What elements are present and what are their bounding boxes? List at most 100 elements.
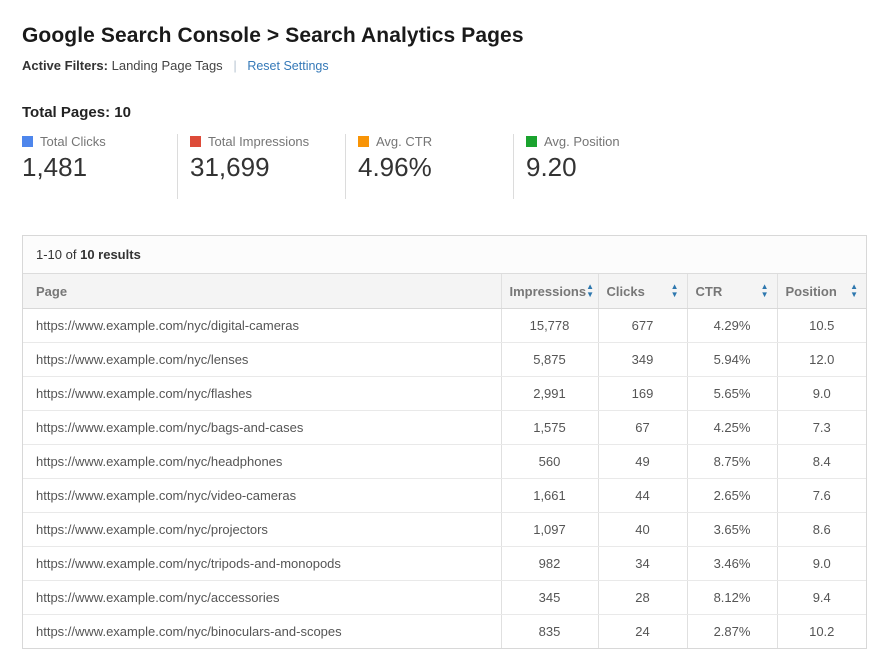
results-table-panel: 1-10 of 10 results Page Impressions ▲▼ xyxy=(22,235,867,649)
position-cell: 9.0 xyxy=(777,547,866,581)
clicks-color-swatch-icon xyxy=(22,136,33,147)
table-header-row: Page Impressions ▲▼ Clicks ▲▼ xyxy=(23,274,866,309)
position-cell: 12.0 xyxy=(777,343,866,377)
ctr-cell: 4.25% xyxy=(687,411,777,445)
column-header-ctr[interactable]: CTR ▲▼ xyxy=(687,274,777,309)
column-header-label: Page xyxy=(36,284,67,299)
impressions-cell: 1,575 xyxy=(501,411,598,445)
impressions-cell: 5,875 xyxy=(501,343,598,377)
column-header-label: Clicks xyxy=(607,284,645,299)
page: Google Search Console > Search Analytics… xyxy=(0,0,889,649)
sort-desc-icon[interactable]: ▼ xyxy=(671,291,679,299)
results-count-bold: 10 results xyxy=(80,247,141,262)
table-row[interactable]: https://www.example.com/nyc/headphones 5… xyxy=(23,445,866,479)
ctr-cell: 8.12% xyxy=(687,581,777,615)
metric-total-impressions: Total Impressions 31,699 xyxy=(178,134,346,199)
metric-value: 31,699 xyxy=(190,152,345,183)
impressions-cell: 982 xyxy=(501,547,598,581)
sort-icons: ▲▼ xyxy=(850,283,858,299)
page-title: Google Search Console > Search Analytics… xyxy=(22,24,867,48)
metric-label-row: Total Clicks xyxy=(22,134,177,149)
metric-label: Avg. Position xyxy=(544,134,620,149)
page-url-cell: https://www.example.com/nyc/tripods-and-… xyxy=(23,547,501,581)
page-url-cell: https://www.example.com/nyc/binoculars-a… xyxy=(23,615,501,649)
table-body: https://www.example.com/nyc/digital-came… xyxy=(23,309,866,649)
impressions-cell: 345 xyxy=(501,581,598,615)
metric-total-clicks: Total Clicks 1,481 xyxy=(22,134,178,199)
page-url-cell: https://www.example.com/nyc/digital-came… xyxy=(23,309,501,343)
clicks-cell: 40 xyxy=(598,513,687,547)
table-row[interactable]: https://www.example.com/nyc/bags-and-cas… xyxy=(23,411,866,445)
position-cell: 7.6 xyxy=(777,479,866,513)
metric-label-row: Avg. CTR xyxy=(358,134,513,149)
sort-desc-icon[interactable]: ▼ xyxy=(761,291,769,299)
sort-desc-icon[interactable]: ▼ xyxy=(850,291,858,299)
column-header-page[interactable]: Page xyxy=(23,274,501,309)
results-table: Page Impressions ▲▼ Clicks ▲▼ xyxy=(23,274,866,648)
table-row[interactable]: https://www.example.com/nyc/video-camera… xyxy=(23,479,866,513)
metrics-row: Total Clicks 1,481 Total Impressions 31,… xyxy=(22,134,867,199)
page-url-cell: https://www.example.com/nyc/bags-and-cas… xyxy=(23,411,501,445)
table-row[interactable]: https://www.example.com/nyc/accessories … xyxy=(23,581,866,615)
results-count-bar: 1-10 of 10 results xyxy=(23,236,866,274)
impressions-cell: 15,778 xyxy=(501,309,598,343)
position-cell: 8.4 xyxy=(777,445,866,479)
metric-label-row: Total Impressions xyxy=(190,134,345,149)
clicks-cell: 349 xyxy=(598,343,687,377)
column-header-label: Position xyxy=(786,284,837,299)
impressions-cell: 2,991 xyxy=(501,377,598,411)
impressions-cell: 560 xyxy=(501,445,598,479)
table-row[interactable]: https://www.example.com/nyc/flashes 2,99… xyxy=(23,377,866,411)
clicks-cell: 169 xyxy=(598,377,687,411)
impressions-cell: 835 xyxy=(501,615,598,649)
active-filters-label: Active Filters: xyxy=(22,58,108,73)
table-row[interactable]: https://www.example.com/nyc/tripods-and-… xyxy=(23,547,866,581)
results-count-prefix: 1-10 of xyxy=(36,247,80,262)
page-url-cell: https://www.example.com/nyc/video-camera… xyxy=(23,479,501,513)
metric-value: 9.20 xyxy=(526,152,682,183)
total-pages-label: Total Pages: 10 xyxy=(22,104,867,121)
metric-avg-ctr: Avg. CTR 4.96% xyxy=(346,134,514,199)
position-cell: 10.5 xyxy=(777,309,866,343)
ctr-cell: 4.29% xyxy=(687,309,777,343)
metric-label: Avg. CTR xyxy=(376,134,432,149)
ctr-cell: 5.94% xyxy=(687,343,777,377)
sort-icons: ▲▼ xyxy=(671,283,679,299)
metric-value: 1,481 xyxy=(22,152,177,183)
table-row[interactable]: https://www.example.com/nyc/lenses 5,875… xyxy=(23,343,866,377)
ctr-cell: 8.75% xyxy=(687,445,777,479)
active-filters-value: Landing Page Tags xyxy=(112,58,223,73)
clicks-cell: 24 xyxy=(598,615,687,649)
reset-settings-link[interactable]: Reset Settings xyxy=(247,59,328,73)
metric-avg-position: Avg. Position 9.20 xyxy=(514,134,682,199)
active-filters-bar: Active Filters: Landing Page Tags | Rese… xyxy=(22,58,867,73)
column-header-clicks[interactable]: Clicks ▲▼ xyxy=(598,274,687,309)
position-color-swatch-icon xyxy=(526,136,537,147)
position-cell: 8.6 xyxy=(777,513,866,547)
position-cell: 7.3 xyxy=(777,411,866,445)
metric-label: Total Impressions xyxy=(208,134,309,149)
column-header-impressions[interactable]: Impressions ▲▼ xyxy=(501,274,598,309)
metric-label-row: Avg. Position xyxy=(526,134,682,149)
ctr-color-swatch-icon xyxy=(358,136,369,147)
sort-icons: ▲▼ xyxy=(586,283,594,299)
page-url-cell: https://www.example.com/nyc/accessories xyxy=(23,581,501,615)
column-header-position[interactable]: Position ▲▼ xyxy=(777,274,866,309)
impressions-cell: 1,661 xyxy=(501,479,598,513)
table-row[interactable]: https://www.example.com/nyc/projectors 1… xyxy=(23,513,866,547)
table-row[interactable]: https://www.example.com/nyc/digital-came… xyxy=(23,309,866,343)
page-url-cell: https://www.example.com/nyc/flashes xyxy=(23,377,501,411)
clicks-cell: 34 xyxy=(598,547,687,581)
ctr-cell: 3.65% xyxy=(687,513,777,547)
clicks-cell: 677 xyxy=(598,309,687,343)
table-row[interactable]: https://www.example.com/nyc/binoculars-a… xyxy=(23,615,866,649)
position-cell: 9.0 xyxy=(777,377,866,411)
ctr-cell: 5.65% xyxy=(687,377,777,411)
page-url-cell: https://www.example.com/nyc/headphones xyxy=(23,445,501,479)
metric-label: Total Clicks xyxy=(40,134,106,149)
clicks-cell: 67 xyxy=(598,411,687,445)
position-cell: 10.2 xyxy=(777,615,866,649)
sort-desc-icon[interactable]: ▼ xyxy=(586,291,594,299)
position-cell: 9.4 xyxy=(777,581,866,615)
column-header-label: Impressions xyxy=(510,284,587,299)
